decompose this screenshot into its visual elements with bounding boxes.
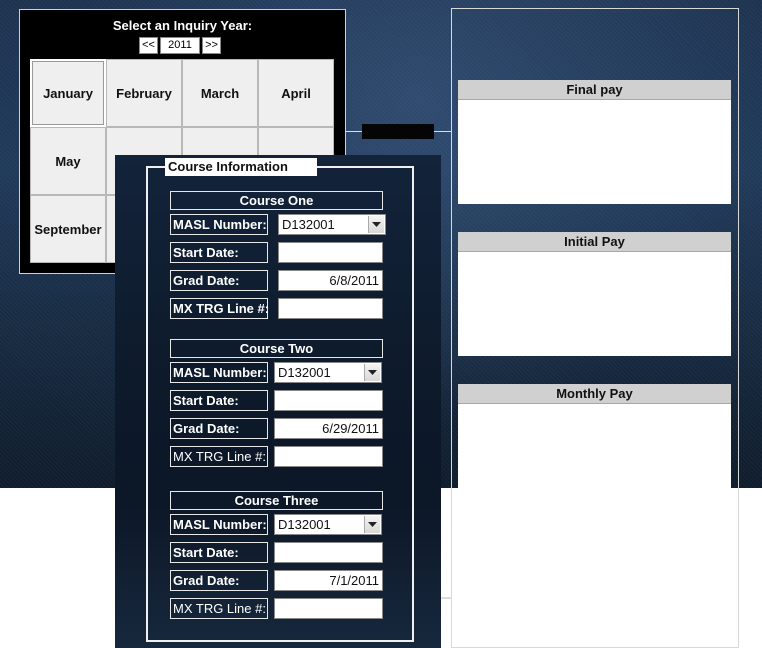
course-information-panel: Course Information Course One MASL Numbe…	[115, 155, 441, 648]
initial-pay-body	[458, 252, 731, 356]
course-three-start-date-input[interactable]	[274, 542, 383, 563]
course-three-masl-select[interactable]: D132001	[274, 514, 382, 535]
month-september[interactable]: September	[30, 195, 106, 263]
monthly-pay-header: Monthly Pay	[458, 384, 731, 404]
month-january[interactable]: January	[30, 59, 106, 127]
course-one-mx-label: MX TRG Line #:	[170, 298, 269, 319]
course-one-grad-date-input[interactable]: 6/8/2011	[278, 270, 383, 291]
course-three-mx-label: MX TRG Line #:	[170, 598, 268, 619]
course-two-grad-label: Grad Date:	[170, 418, 268, 439]
connector-line	[434, 131, 451, 132]
course-one-masl-label: MASL Number:	[170, 214, 268, 235]
course-two-start-label: Start Date:	[170, 390, 268, 411]
course-three-grad-date-input[interactable]: 7/1/2011	[274, 570, 383, 591]
final-pay-section: Final pay	[458, 80, 731, 204]
hidden-tab	[362, 124, 434, 139]
course-one-grad-label: Grad Date:	[170, 270, 268, 291]
month-march[interactable]: March	[182, 59, 258, 127]
final-pay-header: Final pay	[458, 80, 731, 100]
course-one-title: Course One	[170, 191, 383, 210]
course-three-masl-label: MASL Number:	[170, 514, 268, 535]
prev-year-button[interactable]: <<	[139, 37, 158, 54]
chevron-down-icon[interactable]	[364, 516, 380, 533]
course-three-start-label: Start Date:	[170, 542, 268, 563]
month-february[interactable]: February	[106, 59, 182, 127]
next-year-button[interactable]: >>	[202, 37, 221, 54]
course-one-masl-select[interactable]: D132001	[278, 214, 386, 235]
monthly-pay-body	[458, 404, 731, 488]
connector-line	[346, 131, 362, 132]
course-one-start-date-input[interactable]	[278, 242, 383, 263]
course-two-masl-value: D132001	[278, 365, 331, 380]
monthly-pay-section: Monthly Pay	[458, 384, 731, 488]
year-navigator: << 2011 >>	[139, 37, 221, 54]
chevron-down-icon[interactable]	[368, 216, 384, 233]
course-two-mx-label: MX TRG Line #:	[170, 446, 268, 467]
course-two-grad-date-input[interactable]: 6/29/2011	[274, 418, 383, 439]
course-three-mx-line-input[interactable]	[274, 598, 383, 619]
initial-pay-header: Initial Pay	[458, 232, 731, 252]
course-three-masl-value: D132001	[278, 517, 331, 532]
course-two-masl-select[interactable]: D132001	[274, 362, 382, 383]
course-two-masl-label: MASL Number:	[170, 362, 268, 383]
initial-pay-section: Initial Pay	[458, 232, 731, 356]
course-two-start-date-input[interactable]	[274, 390, 383, 411]
year-field[interactable]: 2011	[160, 37, 200, 54]
course-one-start-label: Start Date:	[170, 242, 268, 263]
chevron-down-icon[interactable]	[364, 364, 380, 381]
month-april[interactable]: April	[258, 59, 334, 127]
course-three-title: Course Three	[170, 491, 383, 510]
course-two-title: Course Two	[170, 339, 383, 358]
course-two-mx-line-input[interactable]	[274, 446, 383, 467]
month-may[interactable]: May	[30, 127, 106, 195]
course-information-legend: Course Information	[165, 158, 317, 176]
course-three-grad-label: Grad Date:	[170, 570, 268, 591]
inquiry-year-title: Select an Inquiry Year:	[112, 18, 253, 33]
course-one-mx-line-input[interactable]	[278, 298, 383, 319]
final-pay-body	[458, 100, 731, 204]
course-one-masl-value: D132001	[282, 217, 335, 232]
